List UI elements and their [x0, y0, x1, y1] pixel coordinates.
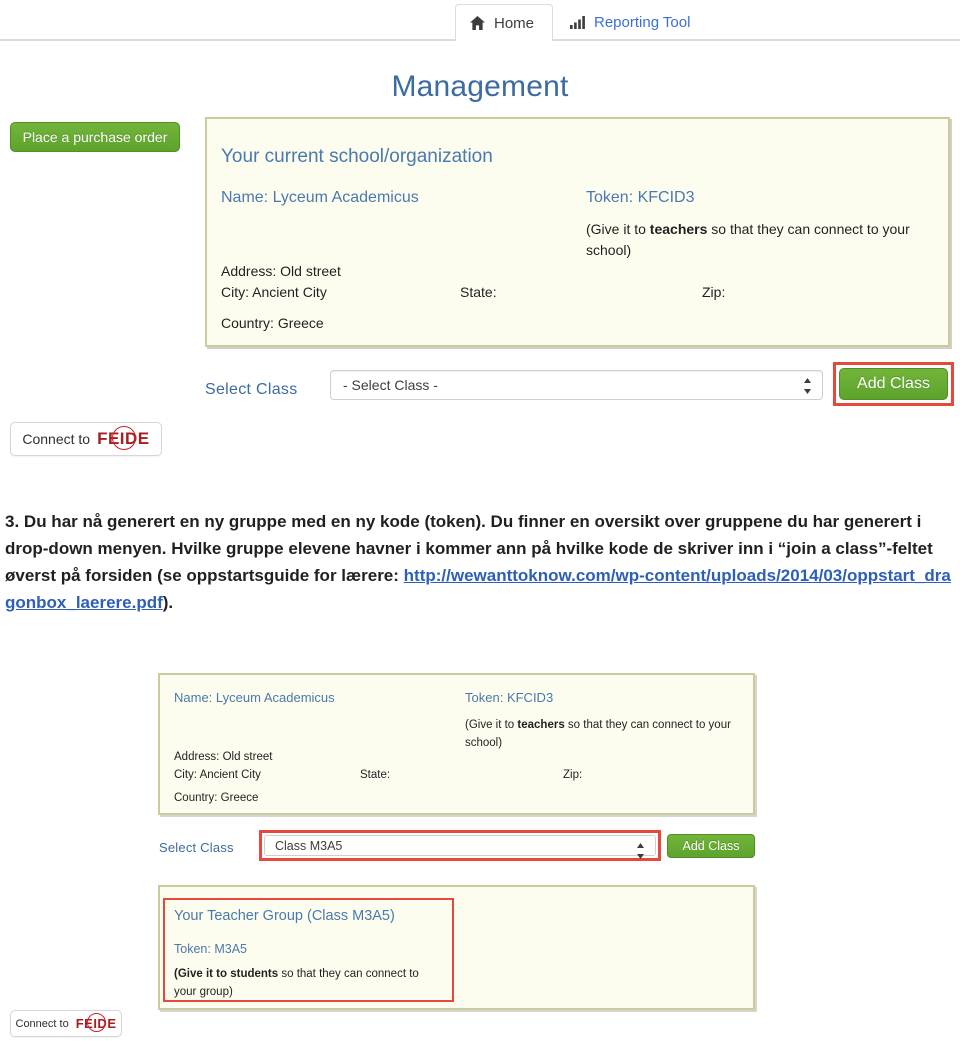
org-token-note-prefix: (Give it to: [586, 221, 650, 237]
screenshot2-org-token-row: Token: KFCID3: [465, 690, 553, 705]
place-purchase-order-button[interactable]: Place a purchase order: [10, 122, 180, 152]
select-class-label: Select Class: [205, 381, 298, 398]
screenshot2-org-token-note: (Give it to teachers so that they can co…: [465, 716, 750, 752]
org-name-label: Name:: [221, 189, 269, 206]
org-token-value: KFCID3: [637, 189, 695, 206]
org-zip-label: Zip:: [702, 284, 726, 300]
screenshot2-chevron-updown-icon: [636, 842, 645, 860]
home-icon: [470, 16, 485, 30]
chevron-updown-icon: [803, 377, 812, 395]
screenshot2-org-address-row: Address: Old street: [174, 751, 272, 763]
org-name-value: Lyceum Academicus: [272, 189, 419, 206]
screenshot2-select-class-dropdown[interactable]: Class M3A5: [264, 835, 656, 859]
current-school-panel: Your current school/organization Name: L…: [205, 117, 950, 347]
feide-logo-icon: FEIDE: [97, 426, 150, 450]
org-city-value: Ancient City: [252, 284, 327, 300]
screenshot2-select-highlight: Class M3A5: [259, 830, 661, 861]
screenshot2-token-note-prefix: (Give it to: [465, 719, 518, 731]
org-address-value: Old street: [280, 263, 341, 279]
tab-home[interactable]: Home: [455, 4, 553, 41]
org-city-label: City:: [221, 284, 249, 300]
instruction-number: 3.: [5, 512, 20, 531]
place-purchase-order-label: Place a purchase order: [22, 129, 168, 145]
org-country-row: Country: Greece: [221, 315, 324, 331]
screenshot2-org-address-value: Old street: [222, 751, 273, 763]
top-tab-bar: Home Reporting Tool: [0, 0, 960, 41]
org-token-note-bold: teachers: [649, 221, 708, 237]
screenshot2-feide-logo-icon: FEIDE: [75, 1012, 117, 1033]
screenshot2-org-city-label: City:: [174, 769, 197, 781]
org-token-label: Token:: [586, 189, 634, 206]
instruction-paragraph: 3. Du har nå generert en ny gruppe med e…: [5, 508, 955, 616]
screenshot2-select-class-value: Class M3A5: [275, 839, 343, 853]
screenshot2-connect-to-feide-label: Connect to: [15, 1017, 69, 1030]
org-address-row: Address: Old street: [221, 263, 341, 279]
add-class-highlight: Add Class: [833, 362, 954, 406]
select-class-dropdown[interactable]: - Select Class -: [330, 370, 823, 400]
org-name-row: Name: Lyceum Academicus: [221, 189, 419, 207]
screenshot2-org-name-row: Name: Lyceum Academicus: [174, 690, 335, 705]
screenshot2-org-zip-row: Zip:: [563, 769, 583, 781]
org-zip-row: Zip:: [702, 284, 725, 300]
tab-reporting-tool-label: Reporting Tool: [594, 14, 691, 31]
screenshot2-org-token-value: KFCID3: [506, 690, 554, 705]
teacher-group-highlight: [163, 898, 454, 1002]
add-class-button[interactable]: Add Class: [839, 368, 948, 400]
screenshot2-token-note-bold: teachers: [517, 719, 565, 731]
screenshot2-select-class-label: Select Class: [159, 840, 234, 855]
org-state-label: State:: [460, 284, 497, 300]
screenshot2-org-name-label: Name:: [174, 690, 213, 705]
tabbar-rule-left: [0, 39, 455, 41]
instruction-text-part2: ).: [162, 593, 174, 612]
connect-to-feide-label: Connect to: [22, 431, 91, 447]
select-class-value: - Select Class -: [343, 377, 438, 393]
screenshot2-org-address-label: Address:: [174, 751, 220, 763]
org-country-label: Country:: [221, 315, 274, 331]
screenshot2-connect-to-feide-button[interactable]: Connect to FEIDE: [10, 1010, 122, 1037]
screenshot2-org-country-row: Country: Greece: [174, 792, 258, 804]
org-country-value: Greece: [277, 315, 324, 331]
screenshot2-add-class-button[interactable]: Add Class: [667, 834, 755, 858]
tab-home-label: Home: [494, 14, 535, 32]
screenshot2-school-panel: Name: Lyceum Academicus Token: KFCID3 (G…: [158, 673, 755, 815]
screenshot2-org-token-label: Token:: [465, 690, 504, 705]
screenshot2-org-state-row: State:: [360, 769, 391, 781]
screenshot2-org-city-value: Ancient City: [199, 769, 261, 781]
panel-heading: Your current school/organization: [221, 146, 493, 167]
connect-to-feide-button[interactable]: Connect to FEIDE: [10, 422, 162, 456]
bar-chart-icon: [570, 16, 585, 29]
add-class-label: Add Class: [857, 375, 930, 392]
screenshot2-add-class-label: Add Class: [682, 839, 740, 853]
feide-wordmark: FEIDE: [97, 429, 150, 448]
screenshot2-org-country-value: Greece: [220, 792, 259, 804]
org-token-row: Token: KFCID3: [586, 189, 695, 207]
org-city-row: City: Ancient City: [221, 284, 327, 300]
screenshot2-org-name-value: Lyceum Academicus: [215, 690, 335, 705]
tab-reporting-tool[interactable]: Reporting Tool: [556, 4, 704, 41]
org-state-row: State:: [460, 284, 497, 300]
org-address-label: Address:: [221, 263, 277, 279]
org-token-note: (Give it to teachers so that they can co…: [586, 219, 941, 261]
screenshot2-org-country-label: Country:: [174, 792, 218, 804]
page-title: Management: [391, 70, 569, 103]
screenshot2-org-city-row: City: Ancient City: [174, 769, 261, 781]
screenshot2-feide-wordmark: FEIDE: [75, 1015, 117, 1031]
